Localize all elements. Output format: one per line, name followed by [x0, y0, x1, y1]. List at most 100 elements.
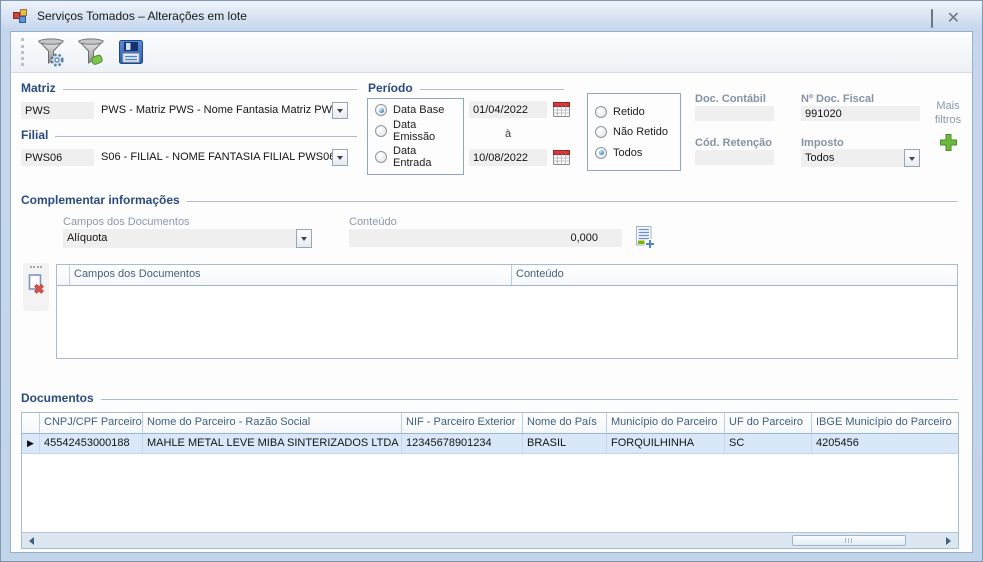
column-header-campos[interactable]: Campos dos Documentos — [70, 265, 512, 285]
scrollbar-thumb[interactable] — [792, 535, 906, 546]
cell-cnpj[interactable]: 45542453000188 — [40, 434, 143, 453]
imposto-combo-value: Todos — [805, 152, 834, 164]
save-icon — [116, 37, 146, 67]
filter-clear-button[interactable] — [73, 34, 109, 70]
date-to-field[interactable]: 10/08/2022 — [469, 149, 547, 166]
filter-config-button[interactable] — [33, 34, 69, 70]
cell-ibge[interactable]: 4205456 — [812, 434, 958, 453]
chevron-down-icon[interactable] — [296, 229, 312, 248]
complementar-label: Complementar informações — [21, 193, 180, 207]
cod-retencao-label: Cód. Retenção — [695, 137, 772, 149]
filial-label: Filial — [21, 128, 48, 142]
column-header-conteudo[interactable]: Conteúdo — [512, 265, 957, 285]
calendar-to-button[interactable] — [553, 149, 570, 171]
column-header[interactable]: Município do Parceiro — [607, 413, 725, 433]
chevron-down-icon[interactable] — [332, 149, 348, 166]
cell-razao-social[interactable]: MAHLE METAL LEVE MIBA SINTERIZADOS LTDA — [143, 434, 402, 453]
campos-combo-value: Alíquota — [67, 232, 107, 244]
doc-fiscal-label: Nº Doc. Fiscal — [801, 93, 874, 105]
conteudo-field[interactable]: 0,000 — [349, 229, 622, 247]
column-header[interactable]: CNPJ/CPF Parceiro — [40, 413, 143, 433]
add-row-button[interactable] — [633, 225, 656, 255]
imposto-combo[interactable]: Todos — [801, 149, 920, 167]
toolbar-grip[interactable] — [30, 266, 42, 268]
doc-fiscal-field[interactable]: 991020 — [801, 106, 920, 121]
matriz-label: Matriz — [21, 81, 56, 95]
periodo-label: Período — [368, 81, 413, 95]
form-content: Matriz PWS PWS - Matriz PWS - Nome Fanta… — [11, 73, 972, 552]
column-header[interactable]: IBGE Município do Parceiro — [812, 413, 958, 433]
column-header[interactable]: Nome do Parceiro - Razão Social — [143, 413, 402, 433]
chevron-down-icon[interactable] — [904, 149, 920, 167]
date-range-separator: à — [469, 128, 547, 140]
radio-nao-retido[interactable]: Não Retido — [595, 126, 673, 138]
save-button[interactable] — [113, 34, 149, 70]
filial-code-field[interactable]: PWS06 — [21, 149, 94, 166]
filial-section-header: Filial — [21, 128, 357, 142]
column-header[interactable]: NIF - Parceiro Exterior — [402, 413, 523, 433]
title-bar[interactable]: Serviços Tomados – Alterações em lote ✕ — [1, 1, 982, 31]
radio-data-entrada[interactable]: Data Entrada — [375, 145, 456, 169]
campos-label: Campos dos Documentos — [63, 216, 190, 228]
chevron-down-icon[interactable] — [332, 102, 348, 119]
documentos-grid: CNPJ/CPF Parceiro Nome do Parceiro - Raz… — [21, 412, 959, 549]
window-controls: ✕ — [931, 10, 960, 28]
cod-retencao-field[interactable] — [695, 150, 774, 165]
radio-selected-icon — [595, 147, 607, 159]
radio-retido[interactable]: Retido — [595, 106, 673, 118]
filial-combo[interactable]: S06 - FILIAL - NOME FANTASIA FILIAL PWS0… — [101, 149, 348, 166]
app-window: Serviços Tomados – Alterações em lote ✕ — [0, 0, 983, 562]
app-icon — [13, 9, 30, 24]
documentos-grid-body[interactable] — [22, 454, 958, 532]
horizontal-scrollbar[interactable] — [22, 532, 958, 548]
campos-grid-header: Campos dos Documentos Conteúdo — [57, 265, 957, 286]
matriz-code-field[interactable]: PWS — [21, 102, 94, 119]
radio-selected-icon — [375, 104, 387, 116]
radio-icon — [595, 126, 607, 138]
cell-municipio[interactable]: FORQUILHINHA — [607, 434, 725, 453]
toolbar-grip[interactable] — [21, 38, 24, 66]
remove-row-button[interactable] — [26, 272, 47, 302]
column-header[interactable]: UF do Parceiro — [725, 413, 812, 433]
campos-combo[interactable]: Alíquota — [63, 229, 312, 248]
plus-icon — [939, 133, 958, 152]
window-title: Serviços Tomados – Alterações em lote — [37, 9, 247, 23]
date-from-field[interactable]: 01/04/2022 — [469, 101, 547, 118]
radio-data-base[interactable]: Data Base — [375, 104, 456, 116]
documentos-grid-header: CNPJ/CPF Parceiro Nome do Parceiro - Raz… — [22, 413, 958, 434]
remove-row-icon — [26, 272, 47, 297]
doc-contabil-label: Doc. Contábil — [695, 93, 766, 105]
matriz-combo-value: PWS - Matriz PWS - Nome Fantasia Matriz … — [101, 104, 339, 116]
column-header[interactable]: Nome do País — [523, 413, 607, 433]
current-row-arrow-icon: ▶ — [27, 439, 34, 448]
matriz-combo[interactable]: PWS - Matriz PWS - Nome Fantasia Matriz … — [101, 102, 348, 119]
radio-icon — [375, 125, 387, 137]
campos-grid-body[interactable] — [57, 286, 957, 358]
scroll-left-icon[interactable] — [25, 537, 34, 545]
calendar-icon — [553, 101, 570, 118]
scroll-right-icon[interactable] — [946, 537, 955, 545]
retencao-radio-group: Retido Não Retido Todos — [587, 93, 681, 171]
minimize-button[interactable] — [931, 10, 933, 28]
complementar-section-header: Complementar informações — [21, 193, 957, 207]
radio-icon — [595, 106, 607, 118]
mais-filtros-button[interactable] — [939, 133, 958, 157]
grid-corner-cell — [57, 265, 70, 285]
imposto-label: Imposto — [801, 137, 844, 149]
calendar-from-button[interactable] — [553, 101, 570, 123]
close-icon: ✕ — [947, 10, 960, 27]
mais-filtros-label: Mais filtros — [923, 99, 973, 127]
close-button[interactable]: ✕ — [947, 10, 960, 28]
client-area: Matriz PWS PWS - Matriz PWS - Nome Fanta… — [10, 31, 973, 553]
filial-combo-value: S06 - FILIAL - NOME FANTASIA FILIAL PWS0… — [101, 151, 335, 163]
doc-contabil-field[interactable] — [695, 106, 774, 121]
radio-data-emissao[interactable]: Data Emissão — [375, 119, 456, 143]
periodo-radio-group: Data Base Data Emissão Data Entrada — [367, 98, 464, 175]
radio-todos[interactable]: Todos — [595, 147, 673, 159]
cell-nif[interactable]: 12345678901234 — [402, 434, 523, 453]
cell-uf[interactable]: SC — [725, 434, 812, 453]
matriz-section-header: Matriz — [21, 81, 357, 95]
cell-pais[interactable]: BRASIL — [523, 434, 607, 453]
table-row[interactable]: ▶ 45542453000188 MAHLE METAL LEVE MIBA S… — [22, 434, 958, 454]
row-selector[interactable]: ▶ — [22, 434, 40, 453]
